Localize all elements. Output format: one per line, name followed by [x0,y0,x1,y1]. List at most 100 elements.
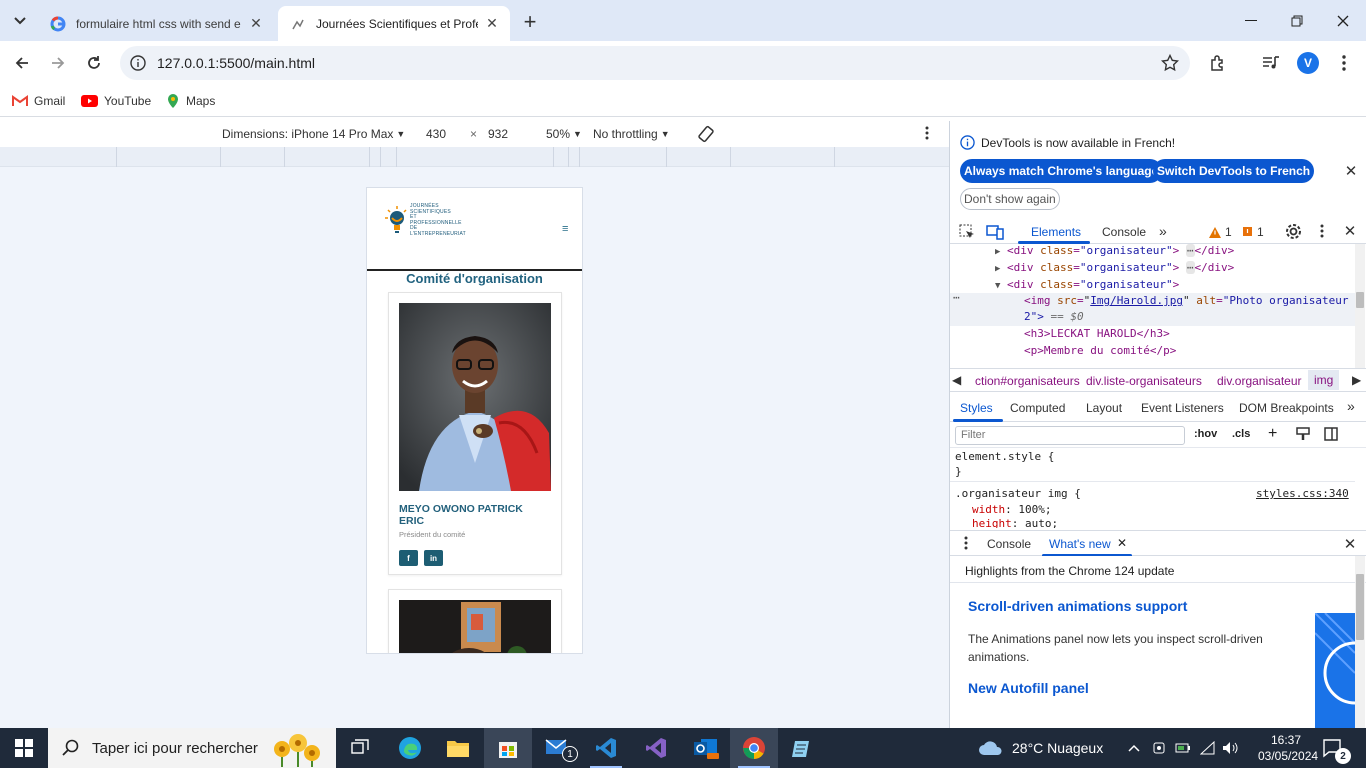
toggle-sidebar-icon[interactable] [1324,427,1338,444]
issues-counter[interactable]: 1 [1243,225,1264,239]
close-devtools-icon[interactable]: ✕ [1342,223,1358,240]
breadcrumb-scroll-left[interactable]: ◀ [952,373,961,387]
taskbar-store[interactable] [484,728,532,768]
breadcrumb-item-active[interactable]: img [1308,370,1340,390]
profile-avatar[interactable]: V [1297,52,1319,74]
media-query-ruler[interactable] [0,147,949,167]
taskbar-file-explorer[interactable] [434,728,482,768]
forward-button[interactable] [42,47,74,79]
dom-node[interactable]: ▶ <div class="organisateur"> ⋯</div> [995,261,1366,278]
settings-gear-icon[interactable] [1285,223,1302,243]
linkedin-button[interactable]: in [424,550,443,566]
back-button[interactable] [6,47,38,79]
inspect-element-icon[interactable] [959,224,975,243]
elements-scrollbar[interactable] [1355,244,1365,368]
close-window-button[interactable] [1320,0,1366,41]
tab-google-search[interactable]: formulaire html css with send e ✕ [38,6,274,41]
tray-battery-icon[interactable] [1175,728,1191,768]
bookmark-maps[interactable]: Maps [166,92,215,110]
drawer-tab-whats-new[interactable]: What's new [1049,537,1111,551]
tab-elements[interactable]: Elements [1031,225,1081,239]
feature-title[interactable]: New Autofill panel [968,680,1089,696]
reload-button[interactable] [78,47,110,79]
media-controls-button[interactable] [1255,47,1287,79]
hamburger-menu-icon[interactable]: ≡ [562,223,568,235]
match-language-button[interactable]: Always match Chrome's language [960,159,1163,183]
dom-node[interactable]: <p>Membre du comité</p> [1024,344,1366,361]
new-tab-button[interactable]: + [516,8,544,36]
node-actions-ellipsis[interactable]: ⋯ [953,291,960,304]
more-subtabs-icon[interactable]: » [1347,398,1355,414]
rotate-button[interactable] [697,125,715,143]
hover-state-toggle[interactable]: :hov [1194,428,1217,440]
tab-close-icon[interactable]: ✕ [484,15,500,32]
collapsed-ellipsis[interactable]: ⋯ [1185,244,1195,257]
dom-node[interactable]: ▶ <div class="organisateur"> ⋯</div> [995,244,1366,261]
tab-close-icon[interactable]: ✕ [248,15,264,32]
tray-volume-icon[interactable] [1222,728,1238,768]
drawer-tab-console[interactable]: Console [987,537,1031,551]
breadcrumb-scroll-right[interactable]: ▶ [1352,373,1361,387]
breadcrumb-item[interactable]: div.liste-organisateurs [1086,374,1202,388]
scrollbar-thumb[interactable] [1356,574,1364,640]
tab-dom-breakpoints[interactable]: DOM Breakpoints [1239,401,1334,415]
tray-camera-icon[interactable] [1152,728,1166,768]
expand-triangle-icon[interactable]: ▶ [995,264,1000,274]
taskbar-chrome[interactable] [730,728,778,768]
img-src-link[interactable]: Img/Harold.jpg [1090,294,1183,307]
rule-declaration[interactable]: height: auto; [972,517,1058,528]
style-rules[interactable]: element.style { } .organisateur img { st… [950,448,1366,528]
rule-selector[interactable]: .organisateur img { [955,487,1081,500]
new-rule-icon[interactable]: + [1268,425,1277,443]
notification-center-button[interactable]: 2 [1322,728,1351,768]
elements-tree[interactable]: ▶ <div class="organisateur"> ⋯</div> ▶ <… [950,244,1366,368]
tab-layout[interactable]: Layout [1086,401,1122,415]
rule-declaration[interactable]: width: 100%; [972,503,1052,516]
selected-dom-node[interactable]: ⋯ <img src="Img/Harold.jpg" alt="Photo o… [950,291,1355,326]
bookmark-youtube[interactable]: YouTube [81,92,151,110]
site-logo[interactable]: JOURNÉES SCIENTIFIQUES ET PROFESSIONNELL… [385,203,466,237]
rule-element-style[interactable]: element.style { [955,450,1054,463]
collapsed-ellipsis[interactable]: ⋯ [1185,261,1195,274]
taskbar-clock[interactable]: 16:37 03/05/2024 [1258,732,1318,764]
customize-devtools-icon[interactable] [1320,224,1324,241]
tab-search-button[interactable] [6,7,34,35]
restore-button[interactable] [1274,0,1320,41]
tray-overflow-icon[interactable] [1128,728,1140,768]
breadcrumb-item[interactable]: ction#organisateurs [975,374,1080,388]
collapse-triangle-icon[interactable]: ▼ [995,281,1000,291]
tray-network-icon[interactable] [1200,728,1216,768]
weather-widget[interactable]: 28°C Nuageux [978,728,1103,768]
extensions-button[interactable] [1202,47,1234,79]
taskbar-mail[interactable]: 1 [534,728,582,768]
taskbar-search[interactable]: Taper ici pour rechercher [48,728,336,768]
bookmark-gmail[interactable]: Gmail [12,92,65,110]
close-infobar-icon[interactable]: ✕ [1343,163,1359,180]
width-input[interactable]: 430 [426,127,446,141]
minimize-button[interactable] [1228,0,1274,41]
rule-source-link[interactable]: styles.css:340 [1256,487,1349,500]
taskbar-notepad[interactable] [778,728,826,768]
facebook-button[interactable]: f [399,550,418,566]
styles-filter-input[interactable]: Filter [955,426,1185,445]
expand-triangle-icon[interactable]: ▶ [995,247,1000,257]
bookmark-star-icon[interactable] [1160,53,1180,73]
tab-computed[interactable]: Computed [1010,401,1065,415]
taskbar-vscode[interactable] [582,728,630,768]
taskbar-edge[interactable] [386,728,434,768]
device-options-button[interactable] [925,126,929,140]
start-button[interactable] [0,728,48,768]
whats-new-scrollbar[interactable] [1355,556,1365,728]
tab-journees[interactable]: Journées Scientifiques et Profes ✕ [278,6,510,41]
feature-title[interactable]: Scroll-driven animations support [968,598,1187,614]
taskbar-visual-studio[interactable] [632,728,680,768]
tab-event-listeners[interactable]: Event Listeners [1141,401,1224,415]
dom-node[interactable]: <h3>LECKAT HAROLD</h3> [1024,327,1366,344]
drawer-menu-icon[interactable] [964,536,968,553]
scrollbar-thumb[interactable] [1356,292,1364,308]
close-tab-icon[interactable]: ✕ [1117,536,1127,550]
device-toggle-icon[interactable] [986,224,1004,243]
chrome-menu-button[interactable] [1328,47,1360,79]
dont-show-again-button[interactable]: Don't show again [960,188,1060,210]
height-input[interactable]: 932 [488,127,508,141]
